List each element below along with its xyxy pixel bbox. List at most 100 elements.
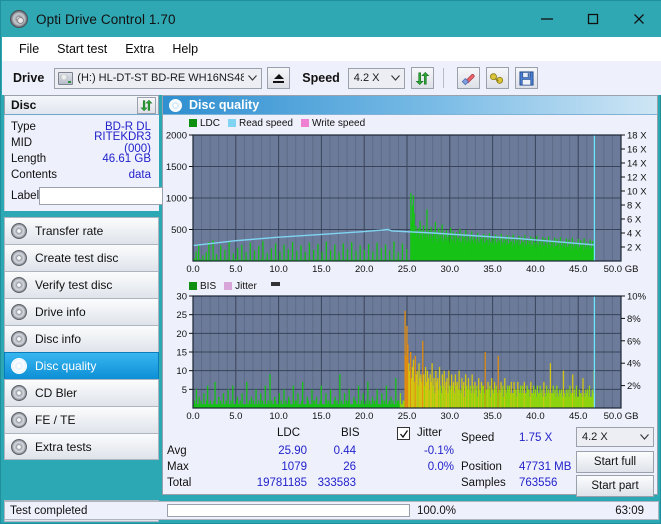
svg-text:10: 10: [176, 366, 187, 377]
svg-text:14 X: 14 X: [627, 159, 647, 170]
erase-button[interactable]: [457, 67, 480, 89]
svg-text:25.0: 25.0: [398, 411, 417, 422]
disc-info-row: Length 46.61 GB: [11, 151, 155, 167]
svg-text:30.0: 30.0: [441, 264, 460, 275]
statistics-panel: LDC BIS Jitter Avg 25.90 0.44 -0.1% Max …: [164, 425, 658, 495]
stats-row-total-label: Total: [167, 477, 191, 489]
menu-extra[interactable]: Extra: [116, 40, 163, 58]
sidebar-item-fe-te[interactable]: FE / TE: [4, 406, 159, 433]
stats-position-label: Position: [461, 461, 502, 473]
disc-icon: [11, 304, 27, 320]
close-icon[interactable]: [616, 1, 661, 37]
stats-position-value: 47731 MB: [519, 461, 571, 473]
svg-text:1000: 1000: [166, 194, 187, 205]
sidebar-item-label: Disc info: [35, 332, 81, 346]
svg-text:5.0: 5.0: [229, 411, 242, 422]
svg-text:8 X: 8 X: [627, 201, 642, 212]
stats-samples-value: 763556: [519, 477, 557, 489]
disc-icon: [11, 250, 27, 266]
progress-bar: [167, 504, 410, 517]
disc-info-panel: Type BD-R DL MID RITEKDR3 (000) Length 4…: [4, 115, 159, 211]
stats-total-ldc: 19781185: [219, 477, 307, 489]
refresh-drive-button[interactable]: [411, 67, 434, 89]
maximize-icon[interactable]: [570, 1, 616, 37]
svg-text:0.0: 0.0: [186, 264, 199, 275]
eject-button[interactable]: [267, 67, 290, 89]
disc-panel-title: Disc: [11, 98, 36, 112]
disc-type-label: Type: [11, 121, 73, 133]
sidebar-item-disc-quality[interactable]: Disc quality: [4, 352, 159, 379]
stats-total-bis: 333583: [312, 477, 356, 489]
sidebar-item-disc-info[interactable]: Disc info: [4, 325, 159, 352]
scale-marker-icon: [271, 282, 280, 286]
disc-contents-label: Contents: [11, 169, 73, 181]
speed-select-value: 4.2 X: [354, 72, 387, 84]
disc-icon: [11, 223, 27, 239]
stats-speed-value: 1.75 X: [519, 432, 552, 444]
status-text: Test completed: [5, 505, 167, 517]
jitter-label: Jitter: [417, 427, 442, 439]
drive-label: Drive: [13, 71, 44, 85]
status-bar: Test completed 100.0% 63:09: [4, 501, 659, 520]
disc-label-row: Label: [11, 185, 155, 207]
start-full-button[interactable]: Start full: [576, 451, 654, 473]
legend-swatch-ldc: [189, 119, 197, 127]
drive-toolbar: Drive (H:) HL-DT-ST BD-RE WH16NS48 1.D3 …: [2, 61, 661, 95]
test-speed-select[interactable]: 4.2 X: [576, 427, 654, 447]
eraser-icon: [460, 71, 476, 86]
key-button[interactable]: [486, 67, 509, 89]
stats-avg-bis: 0.44: [312, 445, 356, 457]
disc-icon: [11, 277, 27, 293]
speed-select[interactable]: 4.2 X: [348, 68, 405, 89]
sidebar-item-label: Transfer rate: [35, 224, 103, 238]
sidebar-item-create-test-disc[interactable]: Create test disc: [4, 244, 159, 271]
menu-file[interactable]: File: [10, 40, 48, 58]
stats-header-bis: BIS: [341, 427, 360, 439]
svg-text:45.0: 45.0: [569, 411, 588, 422]
drive-select[interactable]: (H:) HL-DT-ST BD-RE WH16NS48 1.D3: [54, 68, 262, 89]
jitter-checkbox[interactable]: [397, 427, 410, 440]
svg-text:10.0: 10.0: [269, 411, 288, 422]
stats-avg-ldc: 25.90: [249, 445, 307, 457]
legend-item-write-speed: Write speed: [301, 118, 365, 129]
legend-item-bis: BIS: [189, 281, 216, 292]
svg-text:45.0: 45.0: [569, 264, 588, 275]
speed-label: Speed: [302, 71, 340, 85]
disc-contents-value: data: [73, 169, 155, 181]
start-part-button[interactable]: Start part: [576, 475, 654, 497]
sidebar-item-label: Verify test disc: [35, 278, 112, 292]
menu-help[interactable]: Help: [163, 40, 207, 58]
legend-swatch-jitter: [224, 282, 232, 290]
svg-text:18 X: 18 X: [627, 131, 647, 142]
svg-text:6%: 6%: [627, 336, 641, 347]
test-nav-list: Transfer rate Create test disc Verify te…: [4, 217, 159, 460]
stats-max-jitter: 0.0%: [404, 461, 454, 473]
save-button[interactable]: [515, 67, 538, 89]
disc-icon: [11, 331, 27, 347]
sidebar-item-extra-tests[interactable]: Extra tests: [4, 433, 159, 460]
window-controls: [524, 1, 661, 37]
sidebar-item-label: Create test disc: [35, 251, 118, 265]
minimize-icon[interactable]: [524, 1, 570, 37]
sidebar-item-label: Disc quality: [35, 359, 96, 373]
stats-speed-label: Speed: [461, 432, 494, 444]
page-title: Disc quality: [189, 98, 259, 112]
svg-text:50.0 GB: 50.0 GB: [604, 264, 639, 275]
menu-start-test[interactable]: Start test: [48, 40, 116, 58]
legend-label-ldc: LDC: [200, 118, 220, 129]
sidebar-item-drive-info[interactable]: Drive info: [4, 298, 159, 325]
svg-text:35.0: 35.0: [483, 411, 502, 422]
svg-text:6 X: 6 X: [627, 215, 642, 226]
refresh-disc-button[interactable]: [137, 97, 156, 114]
legend-swatch-bis: [189, 282, 197, 290]
disc-info-row: MID RITEKDR3 (000): [11, 135, 155, 151]
left-sidebar: Disc Type BD-R DL MID RITEKDR3 (000) Len…: [4, 95, 159, 522]
sidebar-item-verify-test-disc[interactable]: Verify test disc: [4, 271, 159, 298]
refresh-icon: [140, 99, 153, 112]
disc-icon: [11, 439, 27, 455]
title-bar: Opti Drive Control 1.70: [1, 1, 661, 37]
stats-row-avg-label: Avg: [167, 445, 187, 457]
sidebar-item-cd-bler[interactable]: CD Bler: [4, 379, 159, 406]
sidebar-item-transfer-rate[interactable]: Transfer rate: [4, 217, 159, 244]
disc-length-label: Length: [11, 153, 73, 165]
